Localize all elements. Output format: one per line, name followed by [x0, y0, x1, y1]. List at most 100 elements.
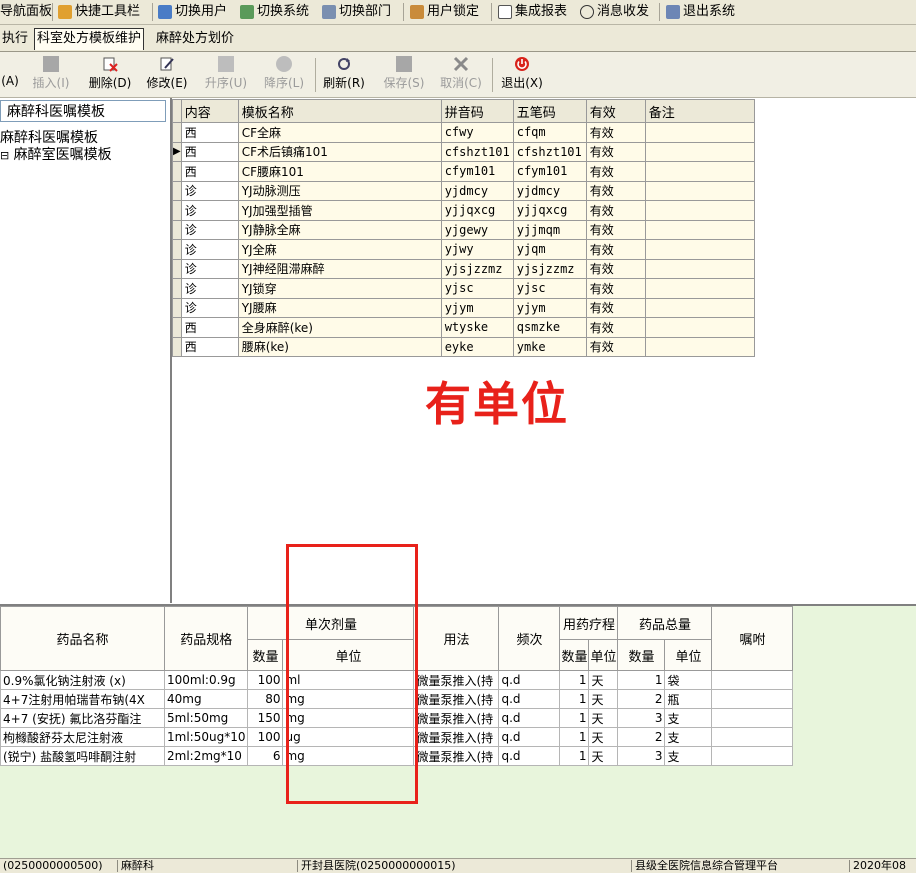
menu-quick-tools[interactable]: 快捷工具栏	[58, 3, 140, 21]
cell-template-name[interactable]: 腰麻(ke)	[237, 336, 442, 357]
cell-content[interactable]: 西	[180, 141, 239, 162]
cell-content[interactable]: 诊	[180, 200, 239, 221]
cell-wubi[interactable]: yjjmqm	[512, 219, 587, 240]
cell-template-name[interactable]: YJ全麻	[237, 239, 442, 260]
refresh-button[interactable]: 刷新(R)	[320, 56, 368, 94]
cell-drug-name[interactable]: 枸橼酸舒芬太尼注射液	[0, 727, 165, 747]
col-course[interactable]: 用药疗程	[559, 606, 619, 640]
cell-content[interactable]: 诊	[180, 258, 239, 279]
col-remark[interactable]: 备注	[644, 99, 755, 123]
cell-total-unit[interactable]: 支	[664, 746, 713, 766]
col-course-unit[interactable]: 单位	[588, 639, 619, 671]
template-row[interactable]: 西腰麻(ke) eyke ymke 有效	[172, 336, 755, 357]
col-content[interactable]: 内容	[180, 99, 239, 123]
cell-total-qty[interactable]: 3	[617, 746, 666, 766]
template-row[interactable]: 西 CF全麻 cfwy cfqm 有效	[172, 122, 755, 143]
menu-report[interactable]: 集成报表	[498, 3, 567, 21]
menu-user-lock[interactable]: 用户锁定	[410, 3, 479, 21]
cell-course-unit[interactable]: 天	[588, 670, 619, 690]
cell-total-unit[interactable]: 瓶	[664, 689, 713, 709]
template-row[interactable]: ▶ 西 CF术后镇痛101 cfshzt101 cfshzt101 有效	[172, 141, 755, 162]
tree-node-anesthesia-room[interactable]: ⊟ 麻醉室医嘱模板	[0, 146, 112, 164]
cell-drug-spec[interactable]: 1ml:50ug*10	[163, 727, 249, 747]
cell-wubi[interactable]: qsmzke	[512, 317, 587, 338]
cell-course-qty[interactable]: 1	[559, 746, 590, 766]
cell-drug-name[interactable]: 4+7注射用帕瑞昔布钠(4X	[0, 689, 165, 709]
cell-instruction[interactable]	[711, 708, 794, 728]
col-total-unit[interactable]: 单位	[664, 639, 713, 671]
cell-valid[interactable]: 有效	[585, 239, 646, 260]
cell-wubi[interactable]: yjsc	[512, 278, 587, 299]
cell-remark[interactable]	[644, 161, 755, 182]
cell-template-name[interactable]: YJ腰麻	[237, 297, 442, 318]
cell-content[interactable]: 西	[180, 336, 239, 357]
cell-remark[interactable]	[644, 239, 755, 260]
tree-header[interactable]: 麻醉科医嘱模板	[0, 100, 166, 122]
cell-wubi[interactable]: cfym101	[512, 161, 587, 182]
col-course-qty[interactable]: 数量	[559, 639, 590, 671]
menu-nav-panel[interactable]: 导航面板	[0, 3, 52, 21]
tab-template-maintenance[interactable]: 科室处方模板维护	[34, 28, 145, 50]
cell-total-unit[interactable]: 支	[664, 708, 713, 728]
cell-content[interactable]: 诊	[180, 239, 239, 260]
delete-button[interactable]: 删除(D)	[84, 56, 136, 94]
cell-remark[interactable]	[644, 317, 755, 338]
cell-instruction[interactable]	[711, 746, 794, 766]
cell-total-qty[interactable]: 2	[617, 689, 666, 709]
cell-pinyin[interactable]: yjsjzzmz	[440, 258, 514, 279]
cell-drug-name[interactable]: 0.9%氯化钠注射液 (x)	[0, 670, 165, 690]
sort-up-button[interactable]: 升序(U)	[200, 56, 252, 94]
cell-valid[interactable]: 有效	[585, 219, 646, 240]
cell-pinyin[interactable]: yjjqxcg	[440, 200, 514, 221]
cell-total-qty[interactable]: 3	[617, 708, 666, 728]
cell-wubi[interactable]: yjdmcy	[512, 180, 587, 201]
sort-down-button[interactable]: 降序(L)	[258, 56, 310, 94]
template-row[interactable]: 西全身麻醉(ke) wtyske qsmzke 有效	[172, 317, 755, 338]
cell-pinyin[interactable]: cfshzt101	[440, 141, 514, 162]
cell-drug-spec[interactable]: 40mg	[163, 689, 249, 709]
exit-button[interactable]: 退出(X)	[497, 56, 547, 94]
cell-content[interactable]: 诊	[180, 180, 239, 201]
cell-remark[interactable]	[644, 297, 755, 318]
cell-drug-name[interactable]: (锐宁) 盐酸氢吗啡酮注射	[0, 746, 165, 766]
cell-wubi[interactable]: cfqm	[512, 122, 587, 143]
menu-exit-system[interactable]: 退出系统	[666, 3, 735, 21]
template-row[interactable]: 诊 YJ神经阻滞麻醉 yjsjzzmz yjsjzzmz 有效	[172, 258, 755, 279]
cell-content[interactable]: 诊	[180, 278, 239, 299]
template-row[interactable]: 诊 YJ加强型插管 yjjqxcg yjjqxcg 有效	[172, 200, 755, 221]
cell-single-qty[interactable]: 150	[247, 708, 284, 728]
template-row[interactable]: 西 CF腰麻101 cfym101 cfym101 有效	[172, 161, 755, 182]
menu-message[interactable]: 消息收发	[580, 3, 649, 21]
template-row[interactable]: 诊 YJ静脉全麻 yjgewy yjjmqm 有效	[172, 219, 755, 240]
cell-total-qty[interactable]: 2	[617, 727, 666, 747]
cell-content[interactable]: 西	[180, 317, 239, 338]
cell-wubi[interactable]: ymke	[512, 336, 587, 357]
edit-button[interactable]: 修改(E)	[143, 56, 191, 94]
cell-course-unit[interactable]: 天	[588, 708, 619, 728]
cell-instruction[interactable]	[711, 670, 794, 690]
col-template-name[interactable]: 模板名称	[237, 99, 442, 123]
add-button[interactable]: (A)	[0, 56, 20, 94]
cell-course-qty[interactable]: 1	[559, 670, 590, 690]
cell-template-name[interactable]: YJ锁穿	[237, 278, 442, 299]
cell-valid[interactable]: 有效	[585, 336, 646, 357]
cell-valid[interactable]: 有效	[585, 278, 646, 299]
cell-single-qty[interactable]: 100	[247, 670, 284, 690]
cell-drug-name[interactable]: 4+7 (安抚) 氟比洛芬酯注	[0, 708, 165, 728]
cell-course-qty[interactable]: 1	[559, 708, 590, 728]
cell-content[interactable]: 西	[180, 122, 239, 143]
col-frequency[interactable]: 频次	[498, 606, 561, 671]
cell-course-unit[interactable]: 天	[588, 689, 619, 709]
cell-remark[interactable]	[644, 200, 755, 221]
cell-pinyin[interactable]: yjdmcy	[440, 180, 514, 201]
cell-remark[interactable]	[644, 141, 755, 162]
cell-course-unit[interactable]: 天	[588, 727, 619, 747]
cell-total-unit[interactable]: 支	[664, 727, 713, 747]
insert-button[interactable]: 插入(I)	[26, 56, 76, 94]
template-row[interactable]: 诊 YJ腰麻 yjym yjym 有效	[172, 297, 755, 318]
cell-single-qty[interactable]: 80	[247, 689, 284, 709]
tree-node-anesthesia-dept[interactable]: 麻醉科医嘱模板	[0, 129, 98, 147]
template-row[interactable]: 诊 YJ全麻 yjwy yjqm 有效	[172, 239, 755, 260]
tab-execute[interactable]: 执行	[0, 29, 30, 48]
cell-drug-spec[interactable]: 100ml:0.9g	[163, 670, 249, 690]
